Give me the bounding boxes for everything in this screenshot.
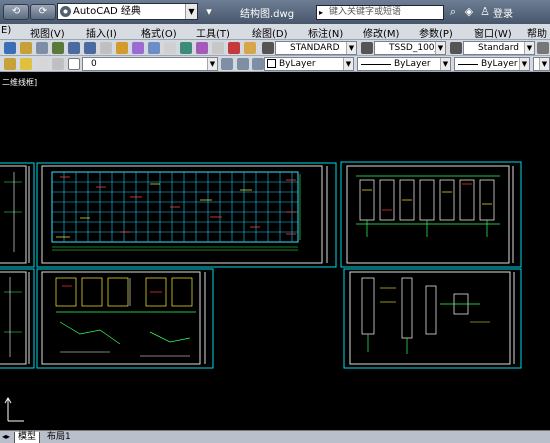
- linetype-value: ByLayer: [394, 59, 431, 69]
- layer-freeze-icon[interactable]: [36, 58, 48, 70]
- print-icon[interactable]: [36, 42, 48, 54]
- layer-on-icon[interactable]: [20, 58, 32, 70]
- text-style-value: STANDARD: [290, 43, 340, 53]
- pan-icon[interactable]: [100, 42, 112, 54]
- linetype-select[interactable]: ByLayer ▼: [357, 57, 451, 71]
- chevron-down-icon[interactable]: ▼: [440, 58, 450, 70]
- tab-layout1[interactable]: 布局1: [44, 432, 74, 443]
- plot-style-select[interactable]: ▼: [533, 57, 550, 71]
- menu-parametric[interactable]: 参数(P): [419, 25, 453, 40]
- lineweight-preview-icon: [458, 64, 478, 65]
- quick-access-dropdown-icon[interactable]: ▾: [202, 5, 216, 19]
- table-style-value: Standard: [478, 43, 519, 53]
- chevron-down-icon[interactable]: ▼: [207, 58, 217, 70]
- tab-nav-icon[interactable]: ◂▸: [2, 432, 10, 441]
- chevron-down-icon[interactable]: ▼: [539, 58, 549, 70]
- color-swatch-icon: [267, 59, 276, 68]
- subscription-icon[interactable]: ◈: [462, 5, 476, 19]
- layer-color-icon[interactable]: [68, 58, 80, 70]
- layer-lock-icon[interactable]: [52, 58, 64, 70]
- dim-style-icon: [361, 42, 373, 54]
- workspace-label: AutoCAD 经典: [73, 6, 141, 17]
- save-icon[interactable]: [20, 42, 32, 54]
- layer-previous-icon[interactable]: [237, 58, 249, 70]
- layer-value: 0: [91, 59, 97, 69]
- markup-icon[interactable]: [228, 42, 240, 54]
- design-center-icon[interactable]: [180, 42, 192, 54]
- standard-toolbar: STANDARD ▼ TSSD_100_1 ▼ Standard ▼: [0, 40, 550, 56]
- drawing-sheets: [0, 161, 522, 369]
- gear-icon: [60, 6, 71, 17]
- redo-tool-icon[interactable]: [84, 42, 96, 54]
- publish-icon[interactable]: [52, 42, 64, 54]
- layer-manager-icon[interactable]: [4, 58, 16, 70]
- chevron-down-icon[interactable]: ▼: [185, 4, 197, 19]
- sheet-set-icon[interactable]: [212, 42, 224, 54]
- menu-window[interactable]: 窗口(W): [474, 25, 512, 40]
- menu-edit[interactable]: E): [1, 25, 11, 36]
- user-icon[interactable]: ♙: [478, 5, 492, 19]
- color-value: ByLayer: [279, 59, 316, 69]
- zoom-icon[interactable]: [116, 42, 128, 54]
- table-style-select[interactable]: Standard ▼: [463, 41, 535, 55]
- menu-dimension[interactable]: 标注(N): [308, 25, 343, 40]
- undo-tool-icon[interactable]: [68, 42, 80, 54]
- color-select[interactable]: ByLayer ▼: [264, 57, 354, 71]
- workspace-select[interactable]: AutoCAD 经典 ▼: [57, 3, 198, 20]
- text-style-select[interactable]: STANDARD ▼: [275, 41, 357, 55]
- layer-states-icon[interactable]: [252, 58, 264, 70]
- zoom-previous-icon[interactable]: [148, 42, 160, 54]
- text-style-icon: [262, 42, 274, 54]
- search-arrow-icon: ▸: [319, 8, 324, 17]
- sheet-frame: [36, 268, 214, 369]
- menu-tools[interactable]: 工具(T): [196, 25, 230, 40]
- chevron-down-icon[interactable]: ▼: [519, 58, 529, 70]
- sheet-frame: [343, 268, 522, 369]
- redo-icon: ⟳: [38, 6, 48, 17]
- layer-select[interactable]: 0 ▼: [82, 57, 218, 71]
- chevron-down-icon[interactable]: ▼: [524, 42, 534, 54]
- undo-icon: ⟲: [11, 6, 21, 17]
- lineweight-select[interactable]: ByLayer ▼: [454, 57, 530, 71]
- chevron-down-icon[interactable]: ▼: [435, 42, 445, 54]
- multileader-style-icon[interactable]: [537, 42, 549, 54]
- sheet-frame: [36, 162, 337, 268]
- zoom-window-icon[interactable]: [132, 42, 144, 54]
- login-button[interactable]: 登录: [493, 5, 513, 20]
- make-current-icon[interactable]: [221, 58, 233, 70]
- tab-model[interactable]: 模型: [14, 432, 41, 443]
- chevron-down-icon[interactable]: ▼: [346, 42, 356, 54]
- search-input[interactable]: ▸ 键入关键字或短语: [316, 5, 444, 20]
- menu-draw[interactable]: 绘图(D): [252, 25, 288, 40]
- calculator-icon[interactable]: [244, 42, 256, 54]
- menu-format[interactable]: 格式(O): [141, 25, 177, 40]
- linetype-preview-icon: [361, 64, 391, 65]
- menu-bar: E) 视图(V) 插入(I) 格式(O) 工具(T) 绘图(D) 标注(N) 修…: [0, 24, 550, 40]
- dim-style-select[interactable]: TSSD_100_1 ▼: [374, 41, 446, 55]
- document-title: 结构图.dwg: [240, 9, 295, 20]
- layout-tabs-bar: ◂▸ 模型 布局1: [0, 430, 550, 443]
- undo-button[interactable]: ⟲: [3, 4, 29, 20]
- menu-insert[interactable]: 插入(I): [86, 25, 117, 40]
- chevron-down-icon[interactable]: ▼: [343, 58, 353, 70]
- redo-button[interactable]: ⟳: [30, 4, 56, 20]
- menu-help[interactable]: 帮助: [527, 25, 547, 40]
- title-bar: ⟲ ⟳ AutoCAD 经典 ▼ ▾ 结构图.dwg ▸ 键入关键字或短语 ⌕ …: [0, 0, 550, 24]
- lineweight-value: ByLayer: [481, 59, 518, 69]
- tool-palettes-icon[interactable]: [196, 42, 208, 54]
- menu-view[interactable]: 视图(V): [30, 25, 65, 40]
- layers-toolbar: 0 ▼ ByLayer ▼ ByLayer ▼ ByLayer ▼ ▼: [0, 56, 550, 72]
- menu-modify[interactable]: 修改(M): [363, 25, 399, 40]
- properties-icon[interactable]: [164, 42, 176, 54]
- table-style-icon: [450, 42, 462, 54]
- search-icon[interactable]: ⌕: [446, 5, 460, 19]
- search-placeholder: 键入关键字或短语: [329, 7, 402, 17]
- ucs-icon: [4, 397, 24, 422]
- open-icon[interactable]: [4, 42, 16, 54]
